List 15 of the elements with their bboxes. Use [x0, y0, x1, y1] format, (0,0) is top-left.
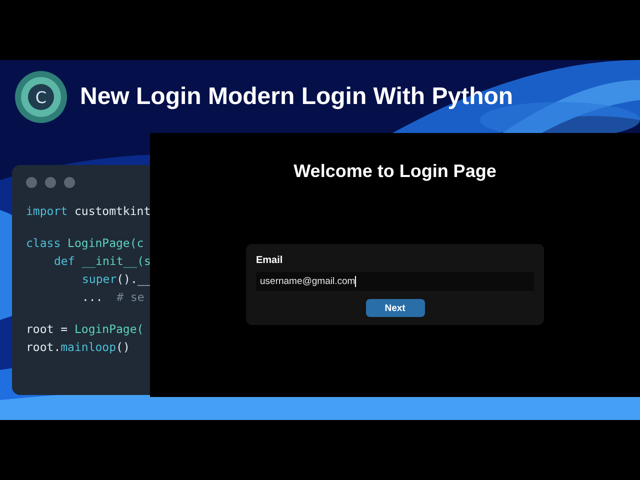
window-dot-icon [64, 177, 75, 188]
code-line: super().__ [82, 272, 152, 286]
code-line: def __init__(s [54, 254, 152, 268]
code-line: ... # se [82, 290, 146, 304]
code-line: root = LoginPage( [26, 322, 145, 336]
page-heading: Welcome to Login Page [294, 161, 496, 182]
next-button[interactable]: Next [366, 299, 424, 317]
code-line: root.mainloop() [26, 340, 131, 354]
window-dot-icon [45, 177, 56, 188]
code-line: class LoginPage(c [26, 236, 145, 250]
field-label: Email [256, 255, 284, 266]
code-line: import customtkint [26, 204, 152, 218]
logo: C [14, 70, 68, 124]
email-field[interactable]: username@gmail.com [256, 272, 534, 291]
window-dot-icon [26, 177, 37, 188]
